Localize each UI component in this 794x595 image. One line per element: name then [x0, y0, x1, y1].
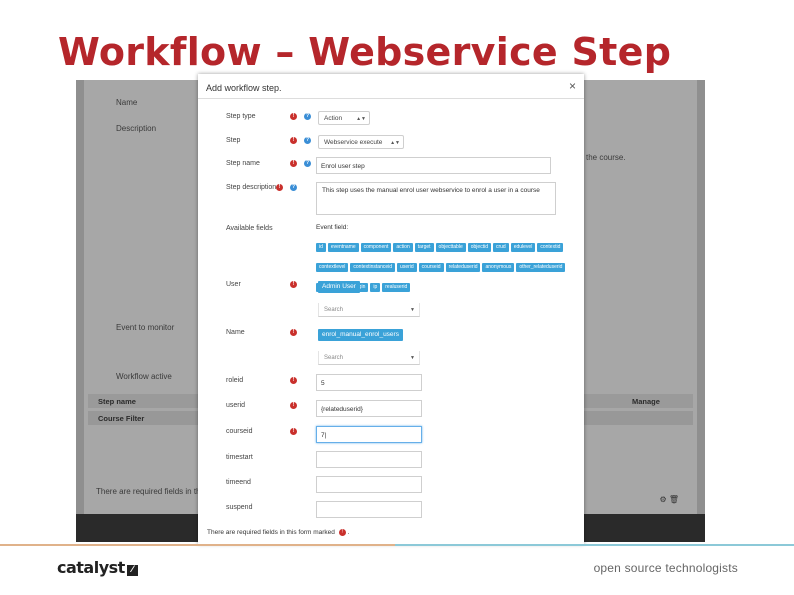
roleid-input[interactable]: 5 — [316, 374, 422, 391]
help-icon[interactable]: ? — [304, 113, 311, 120]
bg-label-event: Event to monitor — [116, 323, 175, 332]
field-chip[interactable]: target — [414, 243, 434, 252]
courseid-input[interactable]: 7| — [316, 426, 422, 443]
bg-col-step-name: Step name — [98, 397, 136, 406]
bg-label-description: Description — [116, 124, 157, 133]
name-search-select[interactable]: Search ▼ — [318, 351, 420, 365]
step-description-textarea[interactable]: This step uses the manual enrol user web… — [316, 182, 556, 215]
bg-manage-icons: ⚙ 🗑 — [659, 495, 679, 504]
tagline: open source technologists — [593, 561, 738, 575]
field-chip[interactable]: component — [360, 243, 392, 252]
name-tag[interactable]: enrol_manual_enrol_users — [318, 329, 403, 341]
step-label: Step — [226, 137, 241, 144]
field-chip[interactable]: action — [393, 243, 413, 252]
required-fields-text: There are required fields in this form m… — [207, 529, 335, 537]
userid-label: userid — [226, 402, 246, 409]
available-fields-label: Available fields — [226, 225, 273, 232]
required-icon: ! — [290, 428, 297, 435]
required-icon: ! — [290, 377, 297, 384]
bg-row-name: Course Filter — [98, 414, 145, 423]
field-chip[interactable]: id — [316, 243, 326, 252]
step-select[interactable]: Webservice execute ▲▼ — [318, 135, 404, 149]
timeend-input[interactable] — [316, 476, 422, 493]
field-chip[interactable]: crud — [492, 243, 509, 252]
required-icon: ! — [290, 160, 297, 167]
suspend-input[interactable] — [316, 501, 422, 518]
step-type-select[interactable]: Action ▲▼ — [318, 111, 370, 125]
user-search-placeholder: Search — [324, 307, 344, 313]
catalyst-logo: catalyst ⁄ — [57, 558, 138, 577]
required-icon: ! — [290, 113, 297, 120]
field-chip[interactable]: ip — [370, 283, 381, 292]
bg-label-active: Workflow active — [116, 372, 172, 381]
close-icon[interactable]: × — [569, 79, 576, 93]
step-name-input[interactable]: Enrol user step — [316, 157, 551, 174]
required-icon: ! — [290, 281, 297, 288]
timestart-label: timestart — [226, 454, 253, 461]
field-chip[interactable]: realuserid — [382, 283, 411, 292]
footer-rule-left — [0, 544, 395, 546]
field-chip[interactable]: contextinstanceid — [350, 263, 396, 272]
modal-title: Add workflow step. — [206, 83, 282, 93]
footer-rule-right — [395, 544, 794, 546]
chevron-down-icon: ▲▼ — [356, 116, 366, 122]
required-icon: ! — [290, 329, 297, 336]
field-chip[interactable]: userid — [397, 263, 417, 272]
chevron-down-icon: ▼ — [410, 355, 415, 361]
suspend-label: suspend — [226, 504, 253, 511]
user-tag[interactable]: Admin User — [318, 281, 360, 293]
field-chip[interactable]: objectid — [467, 243, 491, 252]
userid-input[interactable]: {relateduserid} — [316, 400, 422, 417]
step-value: Webservice execute — [324, 139, 383, 146]
field-chip[interactable]: contextid — [537, 243, 564, 252]
add-workflow-step-modal: Add workflow step. × Step type ! ? Actio… — [198, 74, 584, 544]
bg-side-text: the course. — [586, 153, 626, 162]
field-chip[interactable]: eventname — [327, 243, 359, 252]
step-description-label: Step description — [226, 184, 277, 191]
logo-text: catalyst — [57, 558, 125, 577]
gear-icon: ⚙ — [659, 495, 667, 504]
slide-title: Workflow – Webservice Step — [58, 30, 672, 74]
modal-divider — [198, 98, 584, 99]
logo-mark-icon: ⁄ — [126, 565, 138, 576]
name-search-placeholder: Search — [324, 355, 344, 361]
required-fields-end: . — [347, 529, 350, 537]
step-name-label: Step name — [226, 160, 260, 167]
field-chip[interactable]: anonymous — [482, 263, 515, 272]
required-icon: ! — [290, 402, 297, 409]
event-field-heading: Event field: — [316, 224, 349, 231]
field-chip[interactable]: objecttable — [435, 243, 466, 252]
required-fields-note: There are required fields in this form m… — [207, 529, 349, 536]
field-chip[interactable]: courseid — [418, 263, 444, 272]
bg-col-manage: Manage — [632, 397, 660, 406]
required-icon: ! — [276, 184, 283, 191]
step-type-value: Action — [324, 115, 343, 122]
help-icon[interactable]: ? — [304, 160, 311, 167]
user-label: User — [226, 281, 241, 288]
field-chip[interactable]: edulevel — [510, 243, 536, 252]
trash-icon: 🗑 — [668, 495, 679, 504]
bg-required-note: There are required fields in this f — [96, 487, 211, 496]
help-icon[interactable]: ? — [304, 137, 311, 144]
bg-label-name: Name — [116, 98, 138, 107]
required-icon: ! — [338, 529, 346, 536]
field-chip[interactable]: relateduserid — [445, 263, 481, 272]
step-type-label: Step type — [226, 113, 256, 120]
field-chip[interactable]: other_relateduserid — [516, 263, 566, 272]
timeend-label: timeend — [226, 479, 251, 486]
timestart-input[interactable] — [316, 451, 422, 468]
help-icon[interactable]: ? — [290, 184, 297, 191]
user-search-select[interactable]: Search ▼ — [318, 303, 420, 317]
field-chip[interactable]: contextlevel — [316, 263, 349, 272]
chevron-down-icon: ▼ — [410, 307, 415, 313]
chevron-down-icon: ▲▼ — [390, 140, 400, 146]
required-icon: ! — [290, 137, 297, 144]
courseid-label: courseid — [226, 428, 253, 435]
roleid-label: roleid — [226, 377, 244, 384]
name-label: Name — [226, 329, 245, 336]
